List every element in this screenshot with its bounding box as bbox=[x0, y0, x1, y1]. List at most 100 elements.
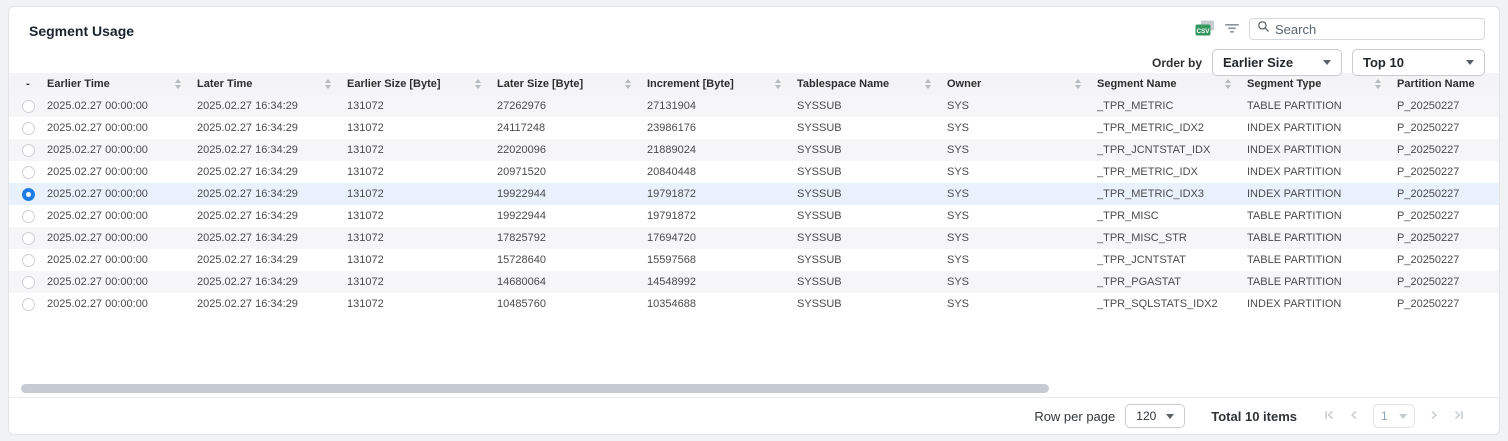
horizontal-scrollbar[interactable] bbox=[21, 383, 1487, 393]
last-page-button[interactable] bbox=[1453, 409, 1465, 424]
column-header-tablespace-name[interactable]: Tablespace Name bbox=[797, 78, 947, 90]
row-radio[interactable] bbox=[22, 276, 35, 289]
column-header-label: Later Time bbox=[197, 78, 252, 90]
search-box[interactable] bbox=[1249, 18, 1485, 40]
search-input[interactable] bbox=[1275, 22, 1477, 37]
page-number-select[interactable]: 1 bbox=[1373, 404, 1415, 428]
table-cell: 2025.02.27 00:00:00 bbox=[47, 232, 197, 244]
table-cell: _TPR_MISC bbox=[1097, 210, 1247, 222]
row-select-cell bbox=[9, 298, 47, 311]
table-row[interactable]: 2025.02.27 00:00:002025.02.27 16:34:2913… bbox=[9, 183, 1499, 205]
table-cell: 19791872 bbox=[647, 188, 797, 200]
total-items-label: Total 10 items bbox=[1211, 409, 1297, 424]
row-select-cell bbox=[9, 210, 47, 223]
column-header-segment-name[interactable]: Segment Name bbox=[1097, 78, 1247, 90]
table-cell: 131072 bbox=[347, 166, 497, 178]
row-radio[interactable] bbox=[22, 100, 35, 113]
prev-page-button[interactable] bbox=[1349, 409, 1359, 424]
sort-icon[interactable] bbox=[925, 79, 931, 89]
column-header-earlier-time[interactable]: Earlier Time bbox=[47, 78, 197, 90]
table-row[interactable]: 2025.02.27 00:00:002025.02.27 16:34:2913… bbox=[9, 95, 1499, 117]
table-header-row: -Earlier TimeLater TimeEarlier Size [Byt… bbox=[9, 73, 1499, 95]
table-cell: SYSSUB bbox=[797, 188, 947, 200]
sort-icon[interactable] bbox=[475, 79, 481, 89]
filter-button[interactable] bbox=[1224, 22, 1240, 37]
table-cell: SYSSUB bbox=[797, 100, 947, 112]
column-header-label: Segment Name bbox=[1097, 78, 1176, 90]
table-cell: SYSSUB bbox=[797, 166, 947, 178]
row-radio[interactable] bbox=[22, 232, 35, 245]
row-radio[interactable] bbox=[22, 188, 35, 201]
row-radio[interactable] bbox=[22, 144, 35, 157]
table-cell: P_20250227 bbox=[1397, 254, 1499, 266]
sort-icon[interactable] bbox=[1225, 79, 1231, 89]
sort-icon[interactable] bbox=[1375, 79, 1381, 89]
table-cell: SYSSUB bbox=[797, 122, 947, 134]
table-cell: _TPR_METRIC bbox=[1097, 100, 1247, 112]
table-cell: 27262976 bbox=[497, 100, 647, 112]
row-radio[interactable] bbox=[22, 210, 35, 223]
table-cell: 2025.02.27 16:34:29 bbox=[197, 254, 347, 266]
row-radio[interactable] bbox=[22, 166, 35, 179]
column-header-owner[interactable]: Owner bbox=[947, 78, 1097, 90]
top-n-select[interactable]: Top 10 bbox=[1352, 49, 1485, 76]
table-cell: INDEX PARTITION bbox=[1247, 188, 1397, 200]
table-cell: 2025.02.27 00:00:00 bbox=[47, 144, 197, 156]
row-select-cell bbox=[9, 276, 47, 289]
table-cell: 2025.02.27 16:34:29 bbox=[197, 298, 347, 310]
table-cell: 2025.02.27 00:00:00 bbox=[47, 254, 197, 266]
table-cell: 23986176 bbox=[647, 122, 797, 134]
table-cell: SYS bbox=[947, 210, 1097, 222]
column-header-later-size-byte[interactable]: Later Size [Byte] bbox=[497, 78, 647, 90]
row-radio[interactable] bbox=[22, 298, 35, 311]
first-page-button[interactable] bbox=[1323, 409, 1335, 424]
table-cell: TABLE PARTITION bbox=[1247, 276, 1397, 288]
table-cell: _TPR_SQLSTATS_IDX2 bbox=[1097, 298, 1247, 310]
sort-icon[interactable] bbox=[1075, 79, 1081, 89]
table-cell: 2025.02.27 00:00:00 bbox=[47, 298, 197, 310]
table-row[interactable]: 2025.02.27 00:00:002025.02.27 16:34:2913… bbox=[9, 227, 1499, 249]
table-cell: INDEX PARTITION bbox=[1247, 298, 1397, 310]
row-per-page-select[interactable]: 120 bbox=[1125, 404, 1185, 428]
table-cell: 2025.02.27 00:00:00 bbox=[47, 188, 197, 200]
table-cell: INDEX PARTITION bbox=[1247, 122, 1397, 134]
sort-icon[interactable] bbox=[775, 79, 781, 89]
scrollbar-thumb[interactable] bbox=[21, 384, 1049, 393]
table-row[interactable]: 2025.02.27 00:00:002025.02.27 16:34:2913… bbox=[9, 293, 1499, 315]
column-header-earlier-size-byte[interactable]: Earlier Size [Byte] bbox=[347, 78, 497, 90]
table-body: 2025.02.27 00:00:002025.02.27 16:34:2913… bbox=[9, 95, 1499, 315]
table-row[interactable]: 2025.02.27 00:00:002025.02.27 16:34:2913… bbox=[9, 117, 1499, 139]
column-header-partition-name[interactable]: Partition Name bbox=[1397, 78, 1499, 90]
table-cell: 20971520 bbox=[497, 166, 647, 178]
column-header-label: Segment Type bbox=[1247, 78, 1321, 90]
row-radio[interactable] bbox=[22, 254, 35, 267]
column-header-increment-byte[interactable]: Increment [Byte] bbox=[647, 78, 797, 90]
column-header-label: Owner bbox=[947, 78, 981, 90]
column-header-later-time[interactable]: Later Time bbox=[197, 78, 347, 90]
table-cell: TABLE PARTITION bbox=[1247, 210, 1397, 222]
table-row[interactable]: 2025.02.27 00:00:002025.02.27 16:34:2913… bbox=[9, 249, 1499, 271]
sort-icon[interactable] bbox=[625, 79, 631, 89]
csv-export-button[interactable]: CSV bbox=[1195, 20, 1215, 39]
table-cell: 131072 bbox=[347, 298, 497, 310]
table-row[interactable]: 2025.02.27 00:00:002025.02.27 16:34:2913… bbox=[9, 271, 1499, 293]
table-row[interactable]: 2025.02.27 00:00:002025.02.27 16:34:2913… bbox=[9, 205, 1499, 227]
table-row[interactable]: 2025.02.27 00:00:002025.02.27 16:34:2913… bbox=[9, 139, 1499, 161]
column-header-segment-type[interactable]: Segment Type bbox=[1247, 78, 1397, 90]
chevron-down-icon bbox=[1399, 414, 1407, 419]
chevron-down-icon bbox=[1166, 414, 1174, 419]
table-cell: SYSSUB bbox=[797, 276, 947, 288]
table-cell: 2025.02.27 16:34:29 bbox=[197, 188, 347, 200]
table-row[interactable]: 2025.02.27 00:00:002025.02.27 16:34:2913… bbox=[9, 161, 1499, 183]
table-cell: TABLE PARTITION bbox=[1247, 232, 1397, 244]
table-cell: 10354688 bbox=[647, 298, 797, 310]
row-radio[interactable] bbox=[22, 122, 35, 135]
next-page-button[interactable] bbox=[1429, 409, 1439, 424]
sort-icon[interactable] bbox=[325, 79, 331, 89]
table-cell: P_20250227 bbox=[1397, 144, 1499, 156]
sort-icon[interactable] bbox=[175, 79, 181, 89]
table-cell: 131072 bbox=[347, 144, 497, 156]
order-by-select[interactable]: Earlier Size bbox=[1212, 49, 1342, 76]
table-cell: P_20250227 bbox=[1397, 188, 1499, 200]
column-header-label: Earlier Size [Byte] bbox=[347, 78, 441, 90]
